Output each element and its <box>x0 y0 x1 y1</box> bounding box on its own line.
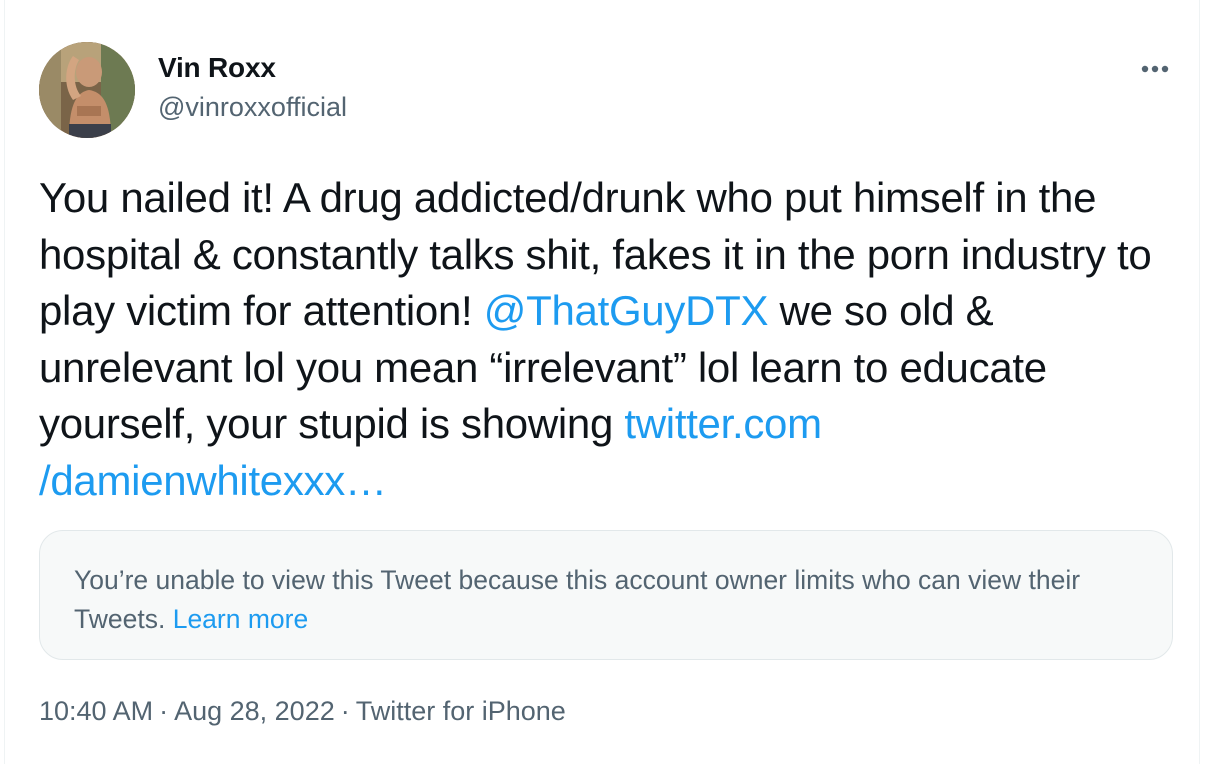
tweet-source: Twitter for iPhone <box>355 696 566 726</box>
tweet-time[interactable]: 10:40 AM <box>39 696 153 726</box>
mention-link[interactable]: @ThatGuyDTX <box>484 287 769 334</box>
url-link-line2: /damienwhitexxx… <box>39 456 387 504</box>
author-handle[interactable]: @vinroxxofficial <box>158 92 347 123</box>
meta-separator: · <box>340 696 350 726</box>
more-horizontal-icon <box>1141 65 1169 73</box>
meta-separator: · <box>159 696 169 726</box>
avatar-photo <box>39 42 135 138</box>
more-options-button[interactable] <box>1135 52 1175 86</box>
avatar[interactable] <box>39 42 135 138</box>
tweet-date[interactable]: Aug 28, 2022 <box>174 696 335 726</box>
learn-more-link[interactable]: Learn more <box>173 604 309 634</box>
author-display-name[interactable]: Vin Roxx <box>158 52 276 84</box>
quoted-tweet-unavailable-notice: You’re unable to view this Tweet because… <box>39 530 1173 660</box>
tweet-text: You nailed it! A drug addicted/drunk who… <box>39 170 1179 509</box>
tweet-card: Vin Roxx @vinroxxofficial You nailed it!… <box>4 0 1200 764</box>
url-link-line1: twitter.com <box>624 400 822 447</box>
tweet-metadata: 10:40 AM · Aug 28, 2022 · Twitter for iPhone <box>39 696 566 727</box>
